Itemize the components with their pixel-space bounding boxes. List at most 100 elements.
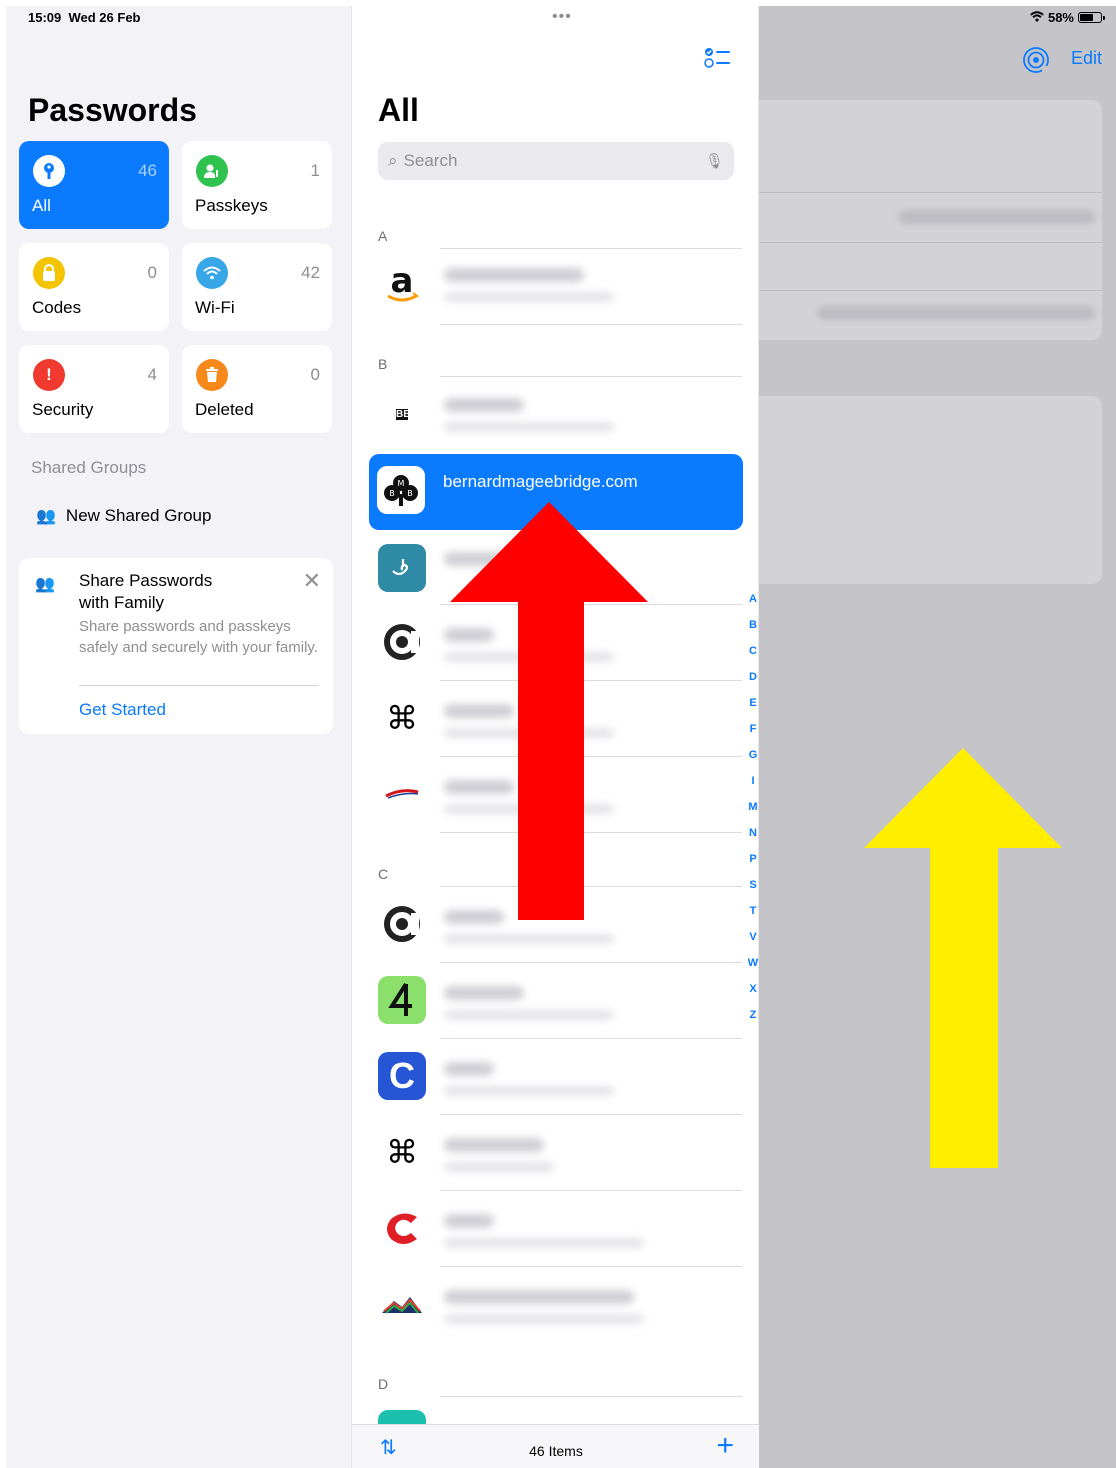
select-list-icon[interactable]	[704, 46, 732, 70]
list-title: All	[378, 92, 419, 128]
divider	[440, 248, 742, 249]
channel4-icon[interactable]	[378, 976, 426, 1024]
index-letter[interactable]: M	[746, 800, 760, 826]
wifi-status-icon	[1030, 10, 1044, 25]
redacted-subtitle	[444, 934, 614, 944]
tile-label: Codes	[32, 298, 82, 317]
divider	[440, 1266, 742, 1267]
share-card-title: Share Passwords with Family	[79, 571, 213, 612]
tile-codes[interactable]: 0 Codes	[19, 243, 169, 331]
tile-deleted[interactable]: 0 Deleted	[182, 345, 332, 433]
svg-text:M: M	[398, 479, 405, 488]
ipad-screen: 15:09 Wed 26 Feb Passwords 46 All 1 Pass…	[6, 6, 1116, 1468]
edit-button[interactable]: Edit	[1071, 48, 1102, 69]
index-letter[interactable]: G	[746, 748, 760, 774]
section-header: A	[378, 228, 388, 244]
redacted-title	[444, 1062, 494, 1076]
mountain-logo-icon[interactable]	[378, 1280, 426, 1328]
tile-label: Passkeys	[195, 196, 268, 215]
ring-logo-icon[interactable]	[378, 900, 426, 948]
c-letter-icon[interactable]: C	[378, 1052, 426, 1100]
status-right: 58%	[1030, 10, 1105, 25]
microphone-icon[interactable]: 🎙	[705, 152, 724, 170]
bbc-logo-text: BBC	[396, 408, 418, 420]
club-logo-icon: MB B	[377, 466, 425, 514]
battery-percent: 58%	[1047, 10, 1074, 25]
trash-icon	[196, 359, 228, 391]
tile-passkeys[interactable]: 1 Passkeys	[182, 141, 332, 229]
people-icon: 👥	[35, 576, 55, 593]
multitasking-dots[interactable]: •••	[552, 8, 572, 26]
get-started-link[interactable]: Get Started	[79, 700, 166, 720]
index-letter[interactable]: X	[746, 982, 760, 1008]
index-letter[interactable]: N	[746, 826, 760, 852]
tile-count: 0	[310, 365, 320, 384]
index-letter[interactable]: T	[746, 904, 760, 930]
battery-icon	[1078, 12, 1105, 23]
divider	[440, 376, 742, 377]
index-letter[interactable]: P	[746, 852, 760, 878]
detail-card-notes	[759, 396, 1102, 584]
alphabet-index[interactable]: A B C D E F G I M N P S T V W X Z	[746, 592, 760, 1034]
bottom-toolbar: ⇅ 46 Items +	[352, 1424, 760, 1468]
index-letter[interactable]: I	[746, 774, 760, 800]
command-key-icon[interactable]: ⌘	[378, 694, 426, 742]
section-header: B	[378, 356, 388, 372]
index-letter[interactable]: W	[746, 956, 760, 982]
svg-text:B: B	[389, 489, 395, 498]
app-icon-teal[interactable]	[378, 544, 426, 592]
search-placeholder: Search	[403, 151, 458, 170]
tile-label: Wi-Fi	[195, 298, 235, 317]
index-letter[interactable]: E	[746, 696, 760, 722]
wifi-icon	[196, 257, 228, 289]
index-letter[interactable]: A	[746, 592, 760, 618]
amazon-icon[interactable]: a	[378, 260, 426, 308]
airdrop-share-icon[interactable]	[1022, 46, 1050, 74]
tile-count: 4	[147, 365, 157, 384]
people-icon: 👥	[36, 508, 56, 525]
tile-security[interactable]: ! 4 Security	[19, 345, 169, 433]
divider	[440, 962, 742, 963]
redacted-title	[444, 1290, 634, 1304]
divider	[440, 1396, 742, 1397]
redacted-subtitle	[444, 292, 614, 302]
svg-text:a: a	[391, 262, 414, 301]
redacted-subtitle	[444, 422, 614, 432]
section-header: C	[378, 866, 389, 882]
add-password-button[interactable]: +	[716, 1429, 734, 1463]
bbc-icon[interactable]: BBC	[378, 390, 426, 438]
index-letter[interactable]: V	[746, 930, 760, 956]
command-key-icon[interactable]: ⌘	[378, 1128, 426, 1176]
index-letter[interactable]: B	[746, 618, 760, 644]
redacted-title	[444, 398, 524, 412]
redacted-website	[817, 306, 1095, 320]
app-icon-teal-partial[interactable]	[378, 1410, 426, 1424]
tile-wifi[interactable]: 42 Wi-Fi	[182, 243, 332, 331]
divider	[440, 1190, 742, 1191]
index-letter[interactable]: C	[746, 644, 760, 670]
index-letter[interactable]: Z	[746, 1008, 760, 1034]
divider	[759, 290, 1102, 291]
index-letter[interactable]: F	[746, 722, 760, 748]
index-letter[interactable]: D	[746, 670, 760, 696]
person-key-icon	[196, 155, 228, 187]
close-icon[interactable]: ✕	[303, 568, 321, 594]
status-date-text: Wed 26 Feb	[68, 10, 141, 25]
redacted-title	[444, 1214, 494, 1228]
divider	[440, 1114, 742, 1115]
index-letter[interactable]: S	[746, 878, 760, 904]
tile-count: 46	[138, 161, 157, 180]
divider	[759, 192, 1102, 193]
search-input[interactable]: ⌕ Search 🎙	[378, 142, 734, 180]
new-shared-group-button[interactable]: 👥 New Shared Group	[36, 506, 211, 526]
svg-text:B: B	[407, 489, 413, 498]
red-c-logo-icon[interactable]	[378, 1204, 426, 1252]
bbc-logo: BBC	[396, 408, 418, 420]
divider	[440, 1038, 742, 1039]
list-item-title: bernardmageebridge.com	[443, 472, 638, 491]
tile-all[interactable]: 46 All	[19, 141, 169, 229]
section-header: D	[378, 1376, 389, 1392]
redacted-title	[444, 986, 524, 1000]
ring-logo-icon[interactable]	[378, 618, 426, 666]
airline-icon[interactable]	[378, 770, 426, 818]
